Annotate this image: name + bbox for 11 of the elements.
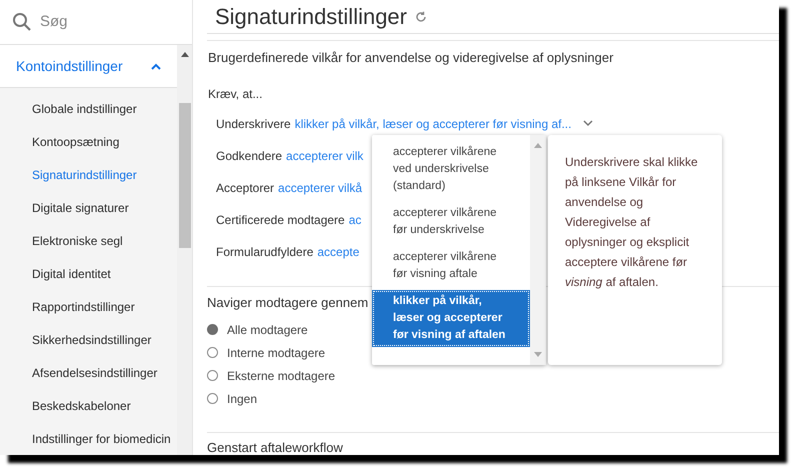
role-label: Formularudfyldere (216, 244, 314, 260)
role-label: Godkendere (216, 148, 282, 164)
tooltip-text: Underskrivere skal klikke på linksene Vilkår for anvendelse og Videregivelse af oplysninger og eksplicit acceptere vilkårene før visning af aftalen. (565, 154, 699, 291)
section-heading: Naviger modtagere gennem (207, 294, 368, 312)
role-label: Certificerede modtagere (216, 212, 345, 228)
role-label: Underskrivere (216, 116, 291, 132)
section-heading: Brugerdefinerede vilkår for anvendelse og videregivelse af oplysninger (208, 49, 614, 67)
role-label: Acceptorer (216, 180, 274, 196)
require-label: Kræv, at... (208, 86, 264, 102)
section-heading: Genstart aftaleworkflow (207, 439, 344, 455)
page-title: Signaturindstillinger (215, 3, 407, 31)
